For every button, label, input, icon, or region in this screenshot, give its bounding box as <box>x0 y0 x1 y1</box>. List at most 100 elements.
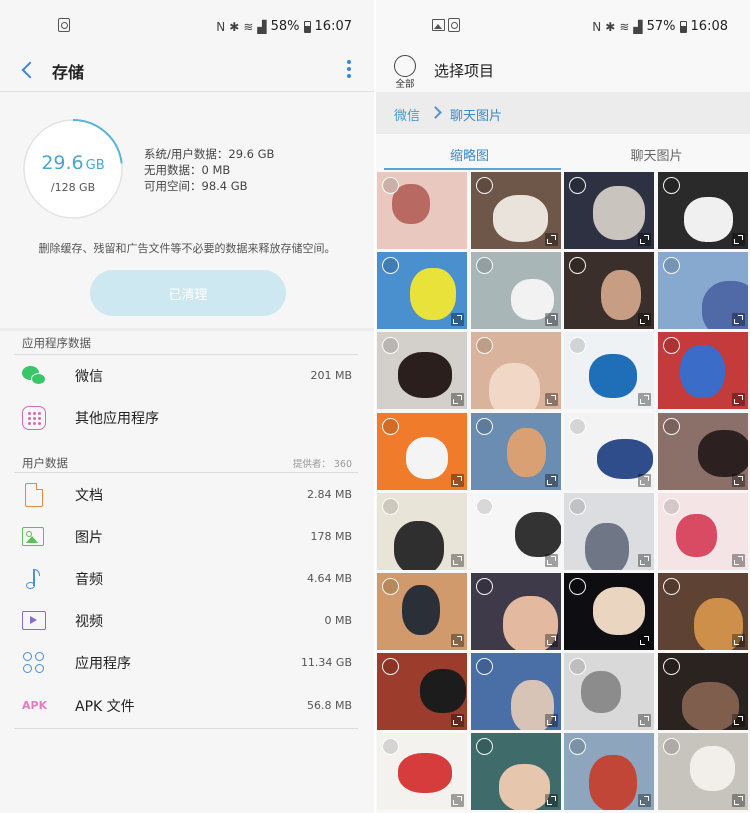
select-checkbox[interactable] <box>662 658 680 676</box>
thumbnail-item[interactable] <box>657 412 748 490</box>
thumbnail-item[interactable] <box>377 252 467 330</box>
select-checkbox[interactable] <box>569 738 586 756</box>
expand-icon[interactable] <box>544 473 558 487</box>
expand-icon[interactable] <box>638 794 651 808</box>
select-checkbox[interactable] <box>569 337 586 355</box>
select-checkbox[interactable] <box>662 337 680 355</box>
expand-icon[interactable] <box>638 553 651 567</box>
select-checkbox[interactable] <box>475 658 493 676</box>
expand-icon[interactable] <box>544 634 558 647</box>
user-row-audio[interactable]: 音频 4.64 MB <box>0 558 374 600</box>
expand-icon[interactable] <box>451 634 464 647</box>
expand-icon[interactable] <box>731 473 745 487</box>
thumbnail-item[interactable] <box>564 252 654 330</box>
breadcrumb-root[interactable]: 微信 <box>394 105 420 124</box>
select-checkbox[interactable] <box>569 177 586 194</box>
expand-icon[interactable] <box>731 794 745 808</box>
expand-icon[interactable] <box>544 393 558 407</box>
thumbnail-item[interactable] <box>564 573 654 650</box>
thumbnail-item[interactable] <box>377 733 467 811</box>
thumbnail-item[interactable] <box>657 172 748 249</box>
select-checkbox[interactable] <box>569 497 586 515</box>
expand-icon[interactable] <box>544 794 558 808</box>
thumbnail-item[interactable] <box>470 492 561 570</box>
select-checkbox[interactable] <box>382 738 399 756</box>
select-checkbox[interactable] <box>475 177 493 194</box>
select-checkbox[interactable] <box>569 257 586 275</box>
user-row-applications[interactable]: 应用程序 11.34 GB <box>0 642 374 684</box>
select-checkbox[interactable] <box>662 578 680 595</box>
thumbnail-item[interactable] <box>377 492 467 570</box>
expand-icon[interactable] <box>638 313 651 327</box>
thumbnail-item[interactable] <box>564 492 654 570</box>
select-checkbox[interactable] <box>382 337 399 355</box>
thumbnail-item[interactable] <box>657 733 748 811</box>
select-checkbox[interactable] <box>569 578 586 595</box>
expand-icon[interactable] <box>638 393 651 407</box>
thumbnail-item[interactable] <box>470 252 561 330</box>
select-checkbox[interactable] <box>662 257 680 275</box>
expand-icon[interactable] <box>544 313 558 327</box>
thumbnail-item[interactable] <box>564 332 654 410</box>
app-row-other-apps[interactable]: 其他应用程序 <box>0 397 374 439</box>
select-checkbox[interactable] <box>382 578 399 595</box>
thumbnail-item[interactable] <box>470 412 561 490</box>
user-row-images[interactable]: 图片 178 MB <box>0 516 374 558</box>
thumbnail-item[interactable] <box>470 573 561 650</box>
thumbnail-item[interactable] <box>564 412 654 490</box>
thumbnail-item[interactable] <box>377 412 467 490</box>
expand-icon[interactable] <box>451 313 464 327</box>
select-checkbox[interactable] <box>662 738 680 756</box>
thumbnail-item[interactable] <box>377 653 467 731</box>
expand-icon[interactable] <box>731 714 745 728</box>
thumbnail-item[interactable] <box>564 172 654 249</box>
expand-icon[interactable] <box>731 233 745 246</box>
select-checkbox[interactable] <box>569 658 586 676</box>
back-arrow-icon[interactable] <box>20 61 38 79</box>
expand-icon[interactable] <box>451 553 464 567</box>
expand-icon[interactable] <box>731 634 745 647</box>
thumbnail-item[interactable] <box>657 252 748 330</box>
expand-icon[interactable] <box>638 473 651 487</box>
select-checkbox[interactable] <box>475 578 493 595</box>
expand-icon[interactable] <box>544 714 558 728</box>
expand-icon[interactable] <box>451 393 464 407</box>
expand-icon[interactable] <box>731 393 745 407</box>
expand-icon[interactable] <box>731 553 745 567</box>
thumbnail-item[interactable] <box>470 733 561 811</box>
thumbnail-item[interactable] <box>470 172 561 249</box>
expand-icon[interactable] <box>544 233 558 246</box>
select-checkbox[interactable] <box>382 417 399 435</box>
clean-button[interactable]: 已清理 <box>90 270 286 316</box>
thumbnail-item[interactable] <box>377 332 467 410</box>
thumbnail-item[interactable] <box>470 332 561 410</box>
expand-icon[interactable] <box>451 714 464 728</box>
app-row-wechat[interactable]: 微信 201 MB <box>0 355 374 397</box>
user-row-video[interactable]: 视频 0 MB <box>0 600 374 642</box>
expand-icon[interactable] <box>451 794 464 808</box>
select-checkbox[interactable] <box>662 417 680 435</box>
select-checkbox[interactable] <box>382 257 399 275</box>
select-all-checkbox[interactable] <box>394 55 416 77</box>
tab-chat-images[interactable]: 聊天图片 <box>563 138 750 172</box>
thumbnail-item[interactable] <box>377 573 467 650</box>
thumbnail-item[interactable] <box>564 733 654 811</box>
select-checkbox[interactable] <box>569 417 586 435</box>
thumbnail-item[interactable] <box>564 653 654 731</box>
select-checkbox[interactable] <box>475 738 493 756</box>
select-checkbox[interactable] <box>475 497 493 515</box>
user-row-documents[interactable]: 文档 2.84 MB <box>0 474 374 516</box>
expand-icon[interactable] <box>638 233 651 246</box>
expand-icon[interactable] <box>544 553 558 567</box>
select-checkbox[interactable] <box>475 417 493 435</box>
thumbnail-item[interactable] <box>657 492 748 570</box>
tab-thumbnails[interactable]: 缩略图 <box>376 138 563 172</box>
select-checkbox[interactable] <box>382 497 399 515</box>
thumbnail-item[interactable] <box>657 332 748 410</box>
select-checkbox[interactable] <box>475 337 493 355</box>
select-checkbox[interactable] <box>382 177 399 194</box>
select-checkbox[interactable] <box>662 177 680 194</box>
thumbnail-item[interactable] <box>377 172 467 249</box>
more-options-icon[interactable] <box>346 60 352 78</box>
expand-icon[interactable] <box>731 313 745 327</box>
